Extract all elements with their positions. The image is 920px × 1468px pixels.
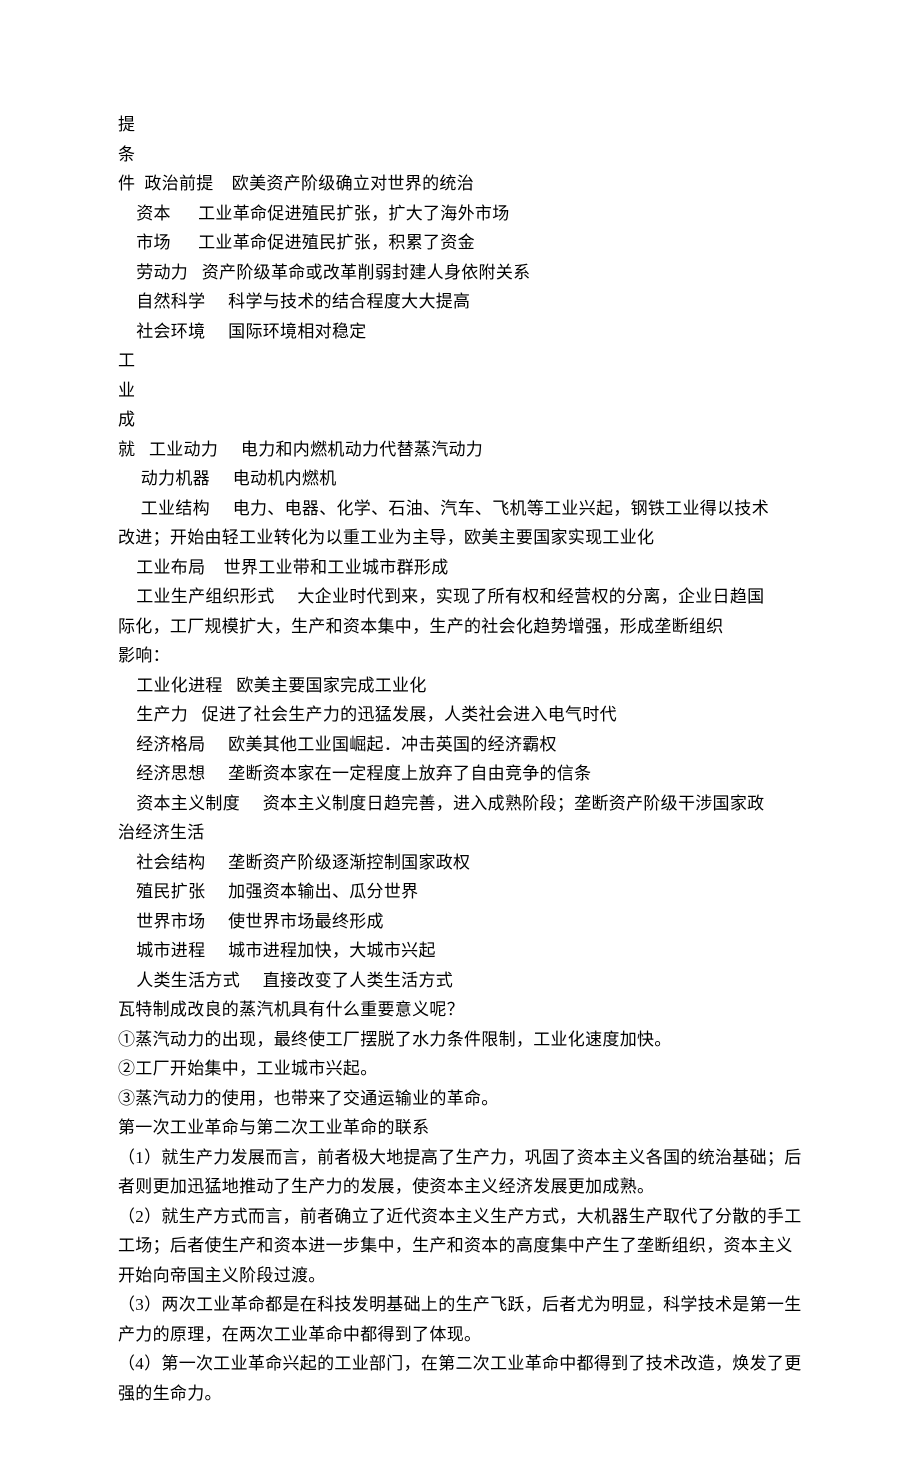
text-line: 际化，工厂规模扩大，生产和资本集中，生产的社会化趋势增强，形成垄断组织 [118,612,802,642]
text-line: 工业化进程 欧美主要国家完成工业化 [118,671,802,701]
text-line: 市场 工业革命促进殖民扩张，积累了资金 [118,228,802,258]
text-line: 条 [118,140,802,170]
text-line: 工 [118,346,802,376]
text-line: 业 [118,376,802,406]
text-line: 成 [118,405,802,435]
text-line: 就 工业动力 电力和内燃机动力代替蒸汽动力 [118,435,802,465]
text-line: 资本 工业革命促进殖民扩张，扩大了海外市场 [118,199,802,229]
text-line: 影响： [118,641,802,671]
text-line: （2）就生产方式而言，前者确立了近代资本主义生产方式，大机器生产取代了分散的手工 [118,1202,802,1232]
text-line: 社会结构 垄断资产阶级逐渐控制国家政权 [118,848,802,878]
text-line: 工场；后者使生产和资本进一步集中，生产和资本的高度集中产生了垄断组织，资本主义 [118,1231,802,1261]
text-line: 开始向帝国主义阶段过渡。 [118,1261,802,1291]
text-line: ③蒸汽动力的使用，也带来了交通运输业的革命。 [118,1084,802,1114]
text-line: ①蒸汽动力的出现，最终使工厂摆脱了水力条件限制，工业化速度加快。 [118,1025,802,1055]
text-line: 强的生命力。 [118,1379,802,1409]
text-line: 提 [118,110,802,140]
text-line: 殖民扩张 加强资本输出、瓜分世界 [118,877,802,907]
text-line: 第一次工业革命与第二次工业革命的联系 [118,1113,802,1143]
text-line: 社会环境 国际环境相对稳定 [118,317,802,347]
text-line: ②工厂开始集中，工业城市兴起。 [118,1054,802,1084]
text-line: （3）两次工业革命都是在科技发明基础上的生产飞跃，后者尤为明显，科学技术是第一生 [118,1290,802,1320]
text-line: 生产力 促进了社会生产力的迅猛发展，人类社会进入电气时代 [118,700,802,730]
text-line: （1）就生产力发展而言，前者极大地提高了生产力，巩固了资本主义各国的统治基础；后 [118,1143,802,1173]
text-line: 经济思想 垄断资本家在一定程度上放弃了自由竞争的信条 [118,759,802,789]
text-line: 工业生产组织形式 大企业时代到来，实现了所有权和经营权的分离，企业日趋国 [118,582,802,612]
text-line: 产力的原理，在两次工业革命中都得到了体现。 [118,1320,802,1350]
document-body: 提条件 政治前提 欧美资产阶级确立对世界的统治 资本 工业革命促进殖民扩张，扩大… [118,110,802,1408]
document-page: 提条件 政治前提 欧美资产阶级确立对世界的统治 资本 工业革命促进殖民扩张，扩大… [0,0,920,1468]
text-line: 世界市场 使世界市场最终形成 [118,907,802,937]
text-line: 经济格局 欧美其他工业国崛起．冲击英国的经济霸权 [118,730,802,760]
text-line: 城市进程 城市进程加快，大城市兴起 [118,936,802,966]
text-line: 者则更加迅猛地推动了生产力的发展，使资本主义经济发展更加成熟。 [118,1172,802,1202]
text-line: 工业结构 电力、电器、化学、石油、汽车、飞机等工业兴起，钢铁工业得以技术 [118,494,802,524]
text-line: 工业布局 世界工业带和工业城市群形成 [118,553,802,583]
text-line: 件 政治前提 欧美资产阶级确立对世界的统治 [118,169,802,199]
text-line: （4）第一次工业革命兴起的工业部门，在第二次工业革命中都得到了技术改造，焕发了更 [118,1349,802,1379]
text-line: 治经济生活 [118,818,802,848]
text-line: 自然科学 科学与技术的结合程度大大提高 [118,287,802,317]
text-line: 人类生活方式 直接改变了人类生活方式 [118,966,802,996]
text-line: 劳动力 资产阶级革命或改革削弱封建人身依附关系 [118,258,802,288]
text-line: 动力机器 电动机内燃机 [118,464,802,494]
text-line: 资本主义制度 资本主义制度日趋完善，进入成熟阶段；垄断资产阶级干涉国家政 [118,789,802,819]
text-line: 瓦特制成改良的蒸汽机具有什么重要意义呢？ [118,995,802,1025]
text-line: 改进；开始由轻工业转化为以重工业为主导，欧美主要国家实现工业化 [118,523,802,553]
